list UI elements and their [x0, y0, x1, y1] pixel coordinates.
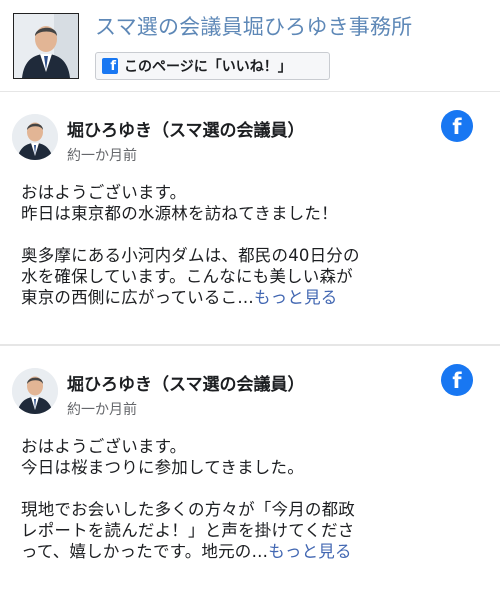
- see-more-link[interactable]: もっと見る: [268, 542, 352, 561]
- facebook-icon[interactable]: f: [441, 110, 473, 142]
- post-card: 堀ひろゆき（スマ選の会議員） 約一か月前 f おはようございます。 昨日は東京都…: [0, 92, 500, 346]
- post-text-line-last: 東京の西側に広がっているこ…もっと見る: [21, 287, 461, 308]
- post-text-line: レポートを読んだよ！」と声を掛けてくださ: [21, 521, 355, 540]
- post-text-line: 水を確保しています。こんなにも美しい森が: [21, 267, 353, 286]
- post-card: 堀ひろゆき（スマ選の会議員） 約一か月前 f おはようございます。 今日は桜まつ…: [0, 346, 500, 600]
- post-text-truncated: 東京の西側に広がっているこ…: [21, 288, 254, 307]
- page-header: スマ選の会議員堀ひろゆき事務所 f このページに「いいね！」: [0, 0, 500, 92]
- author-avatar[interactable]: [12, 114, 58, 160]
- post-text-line: 現地でお会いした多くの方々が「今月の都政: [21, 500, 355, 519]
- page-title[interactable]: スマ選の会議員堀ひろゆき事務所: [95, 11, 412, 41]
- post-text-line: 昨日は東京都の水源林を訪ねてきました！: [21, 204, 338, 223]
- like-button-label: このページに「いいね！」: [124, 59, 292, 75]
- post-text: おはようございます。 今日は桜まつりに参加してきました。 現地でお会いした多くの…: [21, 436, 461, 562]
- author-avatar[interactable]: [12, 368, 58, 414]
- post-text-line: 今日は桜まつりに参加してきました。: [21, 458, 304, 477]
- see-more-link[interactable]: もっと見る: [254, 288, 338, 307]
- post-author[interactable]: 堀ひろゆき（スマ選の会議員）: [67, 370, 305, 395]
- post-text-line: おはようございます。: [21, 437, 187, 456]
- post-text-line: おはようございます。: [21, 183, 187, 202]
- facebook-icon[interactable]: f: [441, 364, 473, 396]
- post-text: おはようございます。 昨日は東京都の水源林を訪ねてきました！ 奥多摩にある小河内…: [21, 182, 461, 308]
- person-photo-icon: [12, 368, 58, 414]
- facebook-icon: f: [102, 58, 118, 74]
- post-text-blank-line: [21, 478, 461, 499]
- page-profile-photo[interactable]: [13, 13, 79, 79]
- post-text-line-last: って、嬉しかったです。地元の…もっと見る: [21, 541, 461, 562]
- post-text-line: 奥多摩にある小河内ダムは、都民の40日分の: [21, 246, 360, 265]
- post-author[interactable]: 堀ひろゆき（スマ選の会議員）: [67, 116, 305, 141]
- post-text-blank-line: [21, 224, 461, 245]
- post-timestamp[interactable]: 約一か月前: [67, 399, 137, 419]
- person-photo-icon: [12, 114, 58, 160]
- post-text-truncated: って、嬉しかったです。地元の…: [21, 542, 269, 561]
- person-photo-icon: [14, 14, 78, 78]
- post-timestamp[interactable]: 約一か月前: [67, 145, 137, 165]
- like-page-button[interactable]: f このページに「いいね！」: [95, 52, 330, 80]
